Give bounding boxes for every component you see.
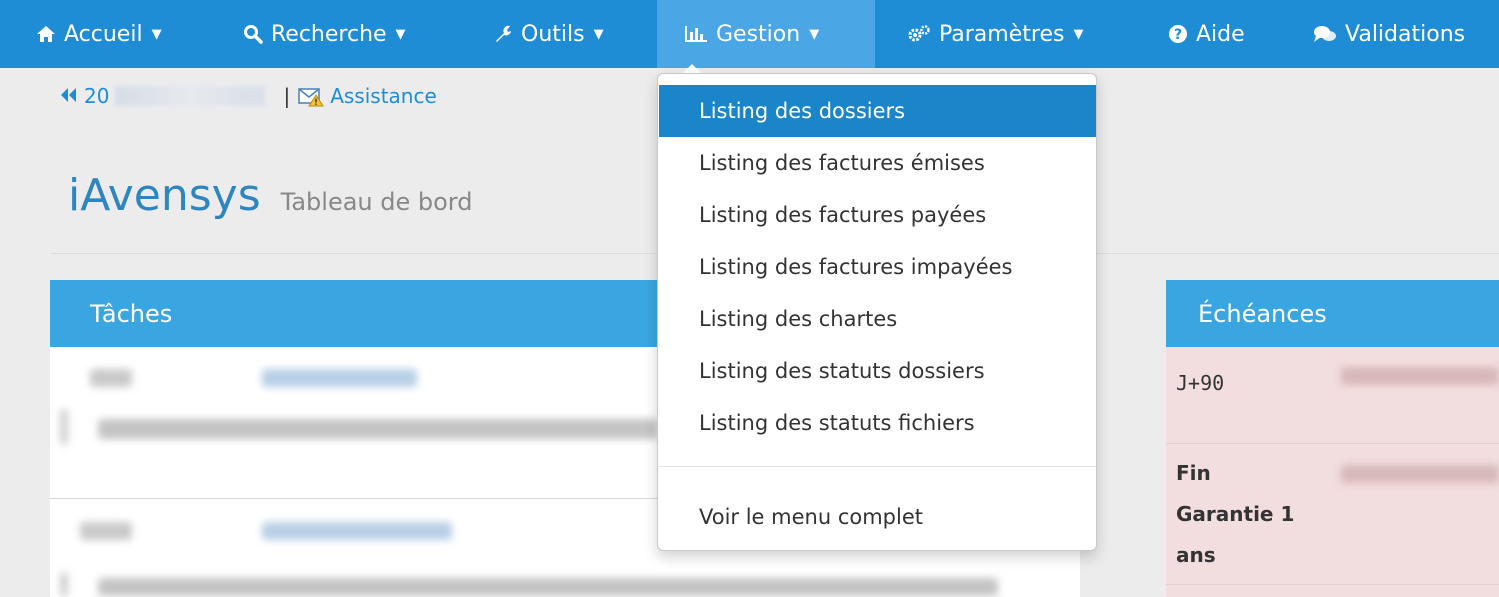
breadcrumb-separator: | [283, 84, 291, 108]
redacted-link [262, 522, 452, 540]
chat-bubbles-icon [1313, 25, 1337, 43]
echeance-label: Fin Garantie 1 ans [1176, 461, 1295, 567]
redacted-text [80, 522, 132, 540]
nav-accueil[interactable]: Accueil ▼ [36, 0, 162, 68]
search-icon [243, 24, 263, 44]
gears-icon [907, 24, 931, 44]
caret-down-icon: ▼ [1073, 26, 1084, 42]
redacted-date [1341, 367, 1499, 385]
assistance-link[interactable]: Assistance [298, 84, 437, 108]
nav-parametres-label: Paramètres [939, 21, 1065, 47]
menu-item-listing-factures-payees[interactable]: Listing des factures payées [659, 189, 1096, 241]
caret-down-icon: ▼ [151, 26, 162, 42]
redacted-text [98, 419, 658, 439]
menu-item-listing-chartes[interactable]: Listing des chartes [659, 293, 1096, 345]
redacted-text [98, 578, 998, 596]
question-circle-icon: ? [1168, 24, 1188, 44]
menu-divider [659, 466, 1096, 467]
nav-parametres[interactable]: Paramètres ▼ [907, 0, 1083, 68]
breadcrumb: 20 | Assistance [60, 84, 437, 108]
redacted-link [262, 369, 417, 387]
double-chevron-left-icon [60, 84, 78, 108]
nav-gestion[interactable]: Gestion ▼ [657, 0, 875, 68]
menu-item-voir-menu-complet[interactable]: Voir le menu complet [659, 491, 1096, 543]
nav-recherche-label: Recherche [271, 21, 387, 47]
redacted-marker [60, 572, 68, 597]
nav-aide-label: Aide [1196, 21, 1245, 47]
home-icon [36, 25, 56, 43]
svg-text:?: ? [1174, 27, 1182, 43]
menu-item-listing-statuts-dossiers[interactable]: Listing des statuts dossiers [659, 345, 1096, 397]
wrench-icon [493, 24, 513, 44]
echeance-row[interactable]: J+90 [1166, 347, 1499, 444]
envelope-warning-icon [298, 88, 325, 107]
menu-item-listing-factures-emises[interactable]: Listing des factures émises [659, 137, 1096, 189]
tasks-panel-title: Tâches [90, 299, 173, 328]
redacted-date [1341, 465, 1499, 483]
menu-item-listing-statuts-fichiers[interactable]: Listing des statuts fichiers [659, 397, 1096, 449]
assistance-label: Assistance [330, 84, 437, 108]
redacted-record-id [115, 86, 266, 106]
page-subtitle: Tableau de bord [280, 188, 473, 216]
nav-gestion-label: Gestion [716, 21, 801, 47]
top-navbar: Accueil ▼ Recherche ▼ Outils ▼ Gestion ▼… [0, 0, 1499, 68]
caret-down-icon: ▼ [809, 26, 820, 42]
redacted-marker [60, 409, 68, 445]
nav-outils[interactable]: Outils ▼ [493, 0, 604, 68]
nav-validations[interactable]: Validations [1313, 0, 1465, 68]
nav-validations-label: Validations [1345, 21, 1466, 47]
back-link[interactable]: 20 [60, 84, 109, 108]
page-title: iAvensys Tableau de bord [68, 170, 472, 221]
nav-outils-label: Outils [521, 21, 585, 47]
caret-down-icon: ▼ [593, 26, 604, 42]
redacted-text [90, 369, 132, 387]
app-name: iAvensys [68, 170, 261, 221]
echeance-row[interactable]: Fin Garantie 1 ans [1166, 445, 1499, 585]
echeances-panel: Échéances J+90 Fin Garantie 1 ans [1166, 280, 1499, 597]
nav-aide[interactable]: ? Aide [1168, 0, 1245, 68]
bar-chart-icon [684, 25, 708, 43]
menu-item-listing-factures-impayees[interactable]: Listing des factures impayées [659, 241, 1096, 293]
echeances-panel-title: Échéances [1198, 299, 1327, 328]
nav-recherche[interactable]: Recherche ▼ [243, 0, 406, 68]
nav-accueil-label: Accueil [64, 21, 143, 47]
echeance-label: J+90 [1176, 371, 1225, 395]
back-link-prefix: 20 [84, 84, 110, 108]
menu-item-listing-dossiers[interactable]: Listing des dossiers [659, 85, 1096, 137]
gestion-dropdown-menu: Listing des dossiers Listing des facture… [657, 73, 1097, 551]
echeances-panel-header: Échéances [1166, 280, 1499, 347]
caret-down-icon: ▼ [395, 26, 406, 42]
